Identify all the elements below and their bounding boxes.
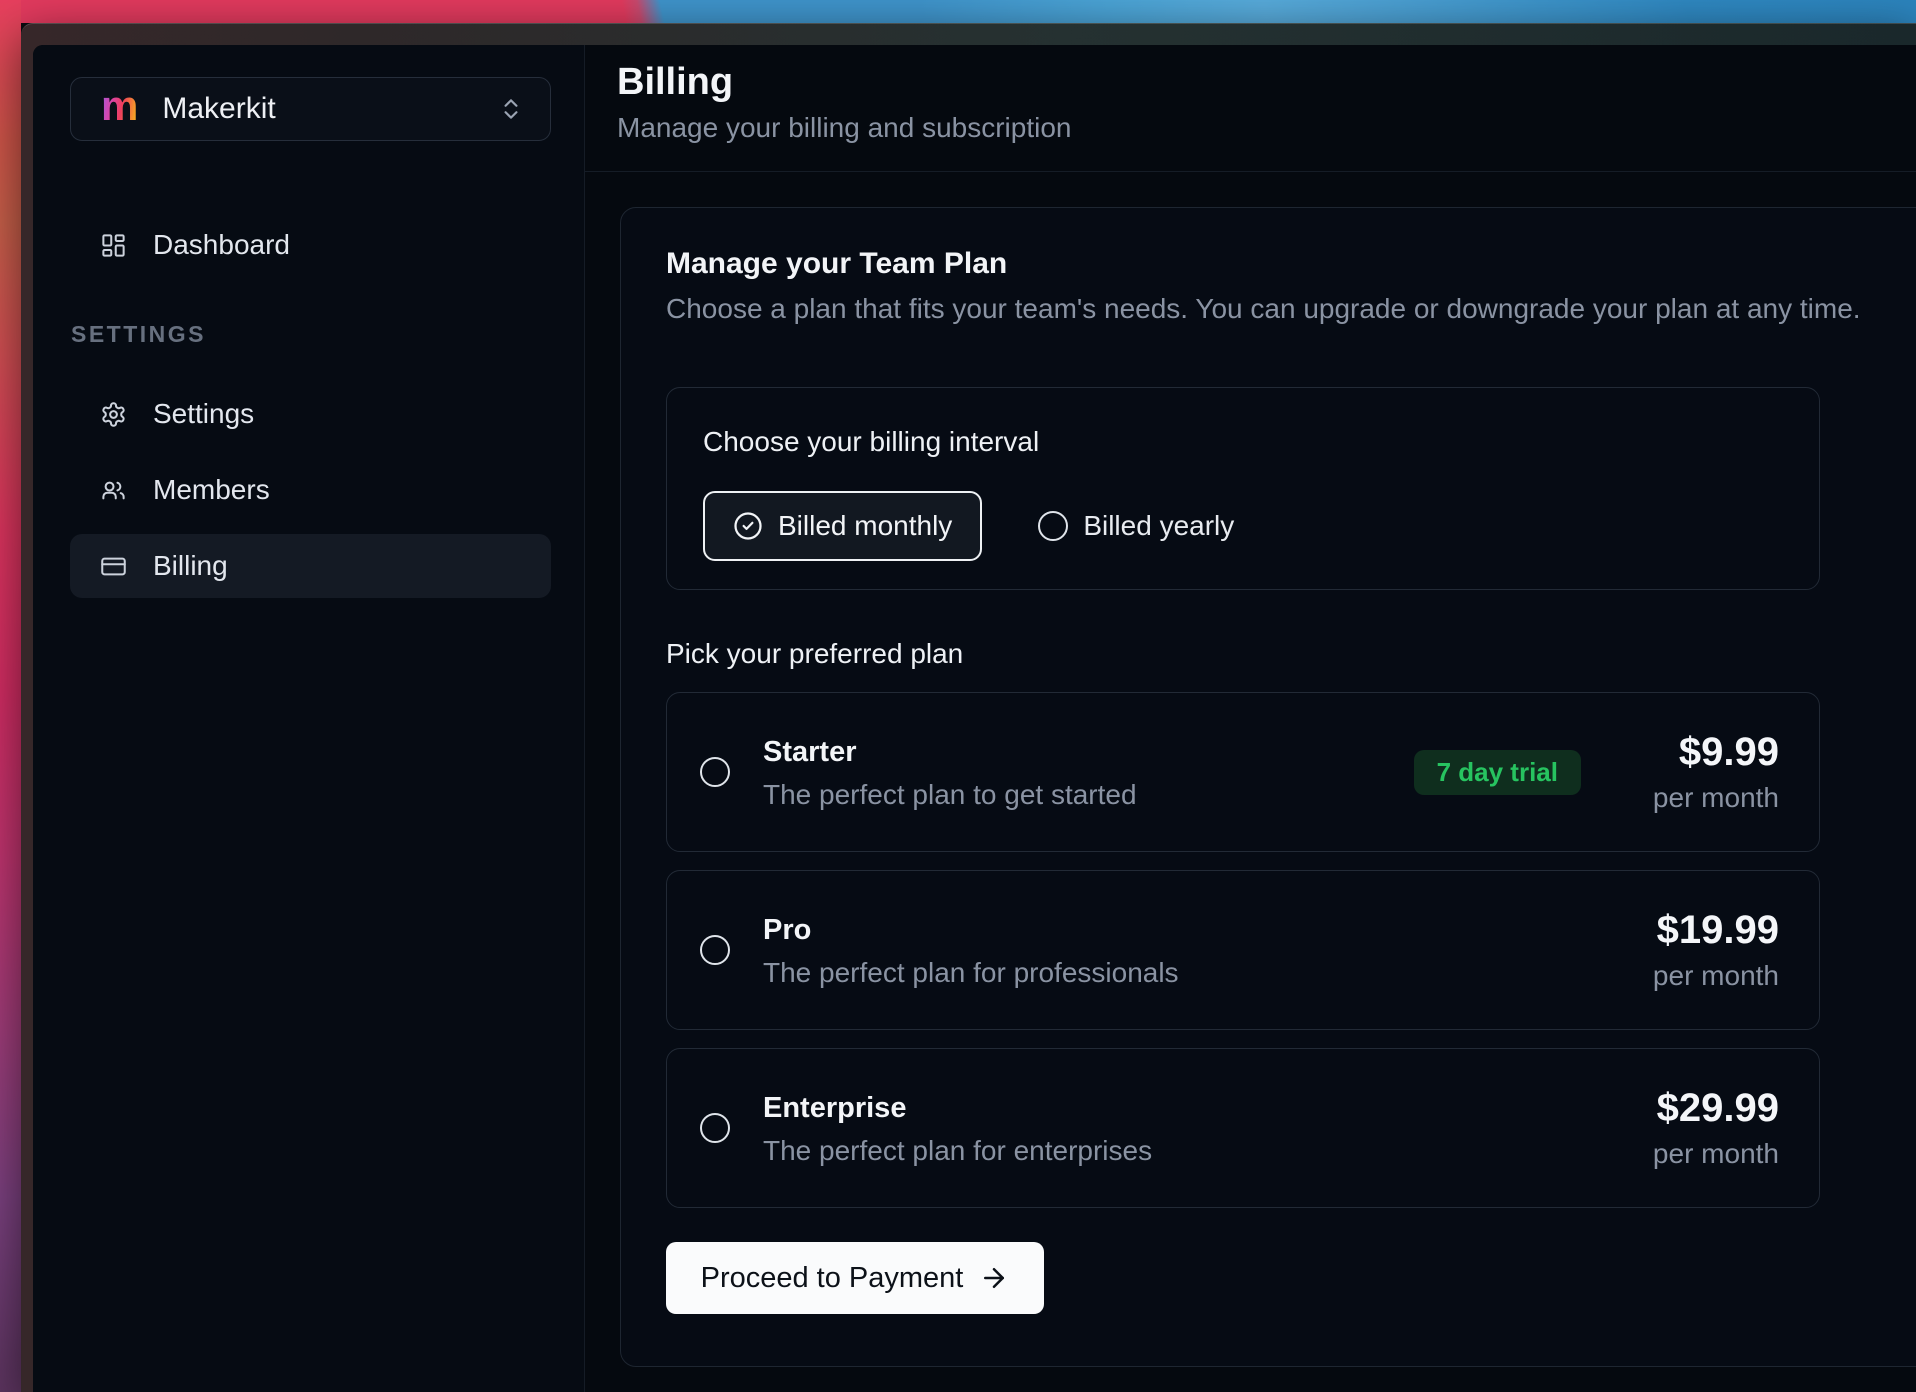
- card-title: Manage your Team Plan: [666, 246, 1916, 282]
- plan-name: Starter: [763, 734, 1137, 770]
- plan-info: Enterprise The perfect plan for enterpri…: [763, 1090, 1152, 1167]
- sidebar: m Makerkit: [33, 45, 585, 1392]
- sidebar-item-members[interactable]: Members: [70, 458, 551, 522]
- page-title: Billing: [617, 59, 1916, 105]
- plan-row-starter[interactable]: Starter The perfect plan to get started …: [666, 692, 1820, 852]
- billing-interval-label: Choose your billing interval: [703, 426, 1783, 458]
- plan-info: Starter The perfect plan to get started: [763, 734, 1137, 811]
- desktop-wallpaper-top: [0, 0, 1916, 23]
- plan-period: per month: [1653, 781, 1779, 814]
- billed-monthly-option[interactable]: Billed monthly: [703, 491, 982, 561]
- page-content: Manage your Team Plan Choose a plan that…: [585, 172, 1916, 1392]
- billed-yearly-label: Billed yearly: [1083, 510, 1234, 542]
- radio-circle-icon: [1038, 511, 1068, 541]
- main-area: Billing Manage your billing and subscrip…: [585, 45, 1916, 1392]
- sidebar-item-settings[interactable]: Settings: [70, 382, 551, 446]
- users-icon: [100, 477, 127, 504]
- plan-price-area: $29.99 per month: [1619, 1086, 1779, 1170]
- workspace-name: Makerkit: [162, 92, 498, 126]
- sidebar-item-label: Billing: [153, 550, 228, 582]
- plan-price-area: 7 day trial $9.99 per month: [1414, 730, 1779, 814]
- sidebar-section-heading: SETTINGS: [71, 321, 551, 348]
- makerkit-logo-icon: m: [101, 85, 138, 127]
- arrow-right-icon: [979, 1263, 1009, 1293]
- gear-icon: [100, 401, 127, 428]
- screen: m Makerkit: [0, 0, 1916, 1392]
- price-block: $19.99 per month: [1619, 908, 1779, 992]
- team-plan-card: Manage your Team Plan Choose a plan that…: [620, 207, 1916, 1367]
- plan-price: $9.99: [1679, 730, 1779, 774]
- radio-circle-icon[interactable]: [700, 935, 730, 965]
- plan-description: The perfect plan for enterprises: [763, 1134, 1152, 1167]
- sidebar-item-label: Members: [153, 474, 270, 506]
- billing-interval-options: Billed monthly Billed yearly: [703, 491, 1783, 561]
- credit-card-icon: [100, 553, 127, 580]
- page-subtitle: Manage your billing and subscription: [617, 111, 1916, 144]
- plan-period: per month: [1653, 959, 1779, 992]
- price-block: $29.99 per month: [1619, 1086, 1779, 1170]
- price-block: $9.99 per month: [1619, 730, 1779, 814]
- check-circle-icon: [733, 511, 763, 541]
- plan-name: Pro: [763, 912, 1179, 948]
- pick-plan-label: Pick your preferred plan: [666, 638, 1916, 670]
- chevrons-up-down-icon: [498, 96, 524, 122]
- plan-name: Enterprise: [763, 1090, 1152, 1126]
- workspace-selector[interactable]: m Makerkit: [70, 77, 551, 141]
- sidebar-item-dashboard[interactable]: Dashboard: [70, 213, 551, 277]
- plan-price: $19.99: [1657, 908, 1779, 952]
- sidebar-item-label: Dashboard: [153, 229, 290, 261]
- trial-badge: 7 day trial: [1414, 750, 1581, 795]
- radio-circle-icon[interactable]: [700, 1113, 730, 1143]
- billing-interval-group: Choose your billing interval Billed mont…: [666, 387, 1820, 590]
- desktop-wallpaper-left: [0, 0, 21, 1392]
- plan-description: The perfect plan for professionals: [763, 956, 1179, 989]
- plan-period: per month: [1653, 1137, 1779, 1170]
- card-subtitle: Choose a plan that fits your team's need…: [666, 292, 1916, 325]
- billed-monthly-label: Billed monthly: [778, 510, 952, 542]
- plan-row-pro[interactable]: Pro The perfect plan for professionals $…: [666, 870, 1820, 1030]
- plan-description: The perfect plan to get started: [763, 778, 1137, 811]
- app-content: m Makerkit: [33, 45, 1916, 1392]
- plan-price: $29.99: [1657, 1086, 1779, 1130]
- dashboard-grid-icon: [100, 232, 127, 259]
- plan-info: Pro The perfect plan for professionals: [763, 912, 1179, 989]
- sidebar-item-label: Settings: [153, 398, 254, 430]
- app-window: m Makerkit: [21, 23, 1916, 1392]
- plan-price-area: $19.99 per month: [1619, 908, 1779, 992]
- sidebar-nav: Dashboard SETTINGS Settings: [70, 213, 551, 598]
- page-header: Billing Manage your billing and subscrip…: [585, 45, 1916, 172]
- radio-circle-icon[interactable]: [700, 757, 730, 787]
- proceed-to-payment-label: Proceed to Payment: [701, 1262, 964, 1295]
- plan-row-enterprise[interactable]: Enterprise The perfect plan for enterpri…: [666, 1048, 1820, 1208]
- billed-yearly-option[interactable]: Billed yearly: [1038, 510, 1234, 542]
- proceed-to-payment-button[interactable]: Proceed to Payment: [666, 1242, 1044, 1314]
- sidebar-item-billing[interactable]: Billing: [70, 534, 551, 598]
